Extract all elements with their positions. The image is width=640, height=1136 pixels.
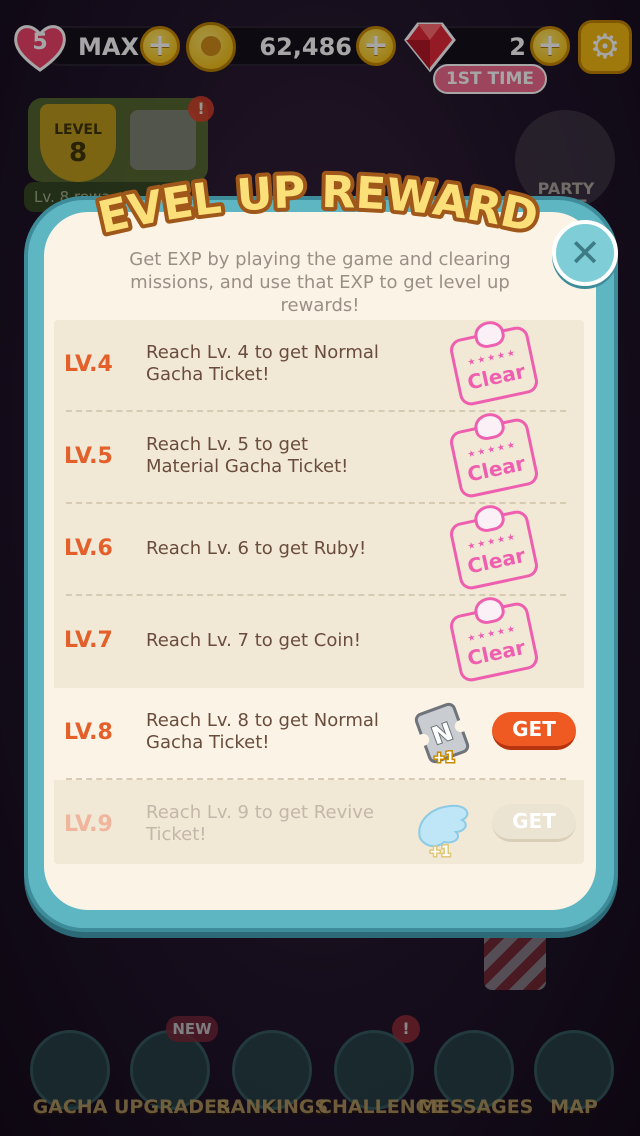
reward-row: LV.5 Reach Lv. 5 to get Material Gacha T… — [54, 410, 584, 504]
reward-text: Reach Lv. 5 to get Material Gacha Ticket… — [146, 434, 349, 477]
modal-description: Get EXP by playing the game and clearing… — [129, 249, 511, 316]
get-reward-button-disabled[interactable]: GET — [492, 804, 576, 842]
reward-level: LV.6 — [64, 536, 113, 561]
reward-level: LV.9 — [64, 812, 113, 837]
modal-title: LEVEL UP REWARDS — [60, 118, 560, 248]
clear-stamp: ★★★★★ Clear — [447, 318, 541, 408]
revive-ticket-wing-icon: +1 — [410, 798, 476, 862]
reward-text: Reach Lv. 4 to get Normal Gacha Ticket! — [146, 342, 379, 385]
reward-text: Reach Lv. 7 to get Coin! — [146, 630, 362, 651]
get-reward-button[interactable]: GET — [492, 712, 576, 750]
reward-text: Reach Lv. 8 to get Normal Gacha Ticket! — [146, 710, 379, 753]
character-icon — [471, 502, 507, 535]
reward-text: Reach Lv. 6 to get Ruby! — [146, 538, 367, 559]
character-icon — [471, 318, 507, 351]
clear-stamp: ★★★★★ Clear — [447, 594, 541, 684]
clear-stamp: ★★★★★ Clear — [447, 502, 541, 592]
clear-stamp: ★★★★★ Clear — [447, 410, 541, 500]
wing-count: +1 — [429, 844, 450, 858]
character-icon — [471, 410, 507, 443]
close-button[interactable]: ✕ — [552, 220, 618, 286]
normal-gacha-ticket-icon: N +1 — [410, 700, 474, 768]
reward-level: LV.7 — [64, 628, 113, 653]
reward-level: LV.5 — [64, 444, 113, 469]
modal-title-text: LEVEL UP REWARDS — [60, 118, 546, 248]
rewards-list: LV.4 Reach Lv. 4 to get Normal Gacha Tic… — [54, 318, 584, 864]
svg-text:LEVEL UP REWARDS: LEVEL UP REWARDS — [80, 162, 543, 242]
reward-row: LV.4 Reach Lv. 4 to get Normal Gacha Tic… — [54, 318, 584, 412]
character-icon — [471, 594, 507, 627]
reward-level: LV.8 — [64, 720, 113, 745]
reward-row: LV.7 Reach Lv. 7 to get Coin! ★★★★★ Clear — [54, 594, 584, 688]
ticket-count: +1 — [433, 750, 454, 766]
reward-row: LV.9 Reach Lv. 9 to get Revive Ticket! +… — [54, 780, 584, 872]
reward-level: LV.4 — [64, 352, 113, 377]
reward-row: LV.8 Reach Lv. 8 to get Normal Gacha Tic… — [54, 688, 584, 780]
reward-text: Reach Lv. 9 to get Revive Ticket! — [146, 802, 374, 845]
reward-row: LV.6 Reach Lv. 6 to get Ruby! ★★★★★ Clear — [54, 502, 584, 596]
close-icon: ✕ — [569, 231, 601, 275]
